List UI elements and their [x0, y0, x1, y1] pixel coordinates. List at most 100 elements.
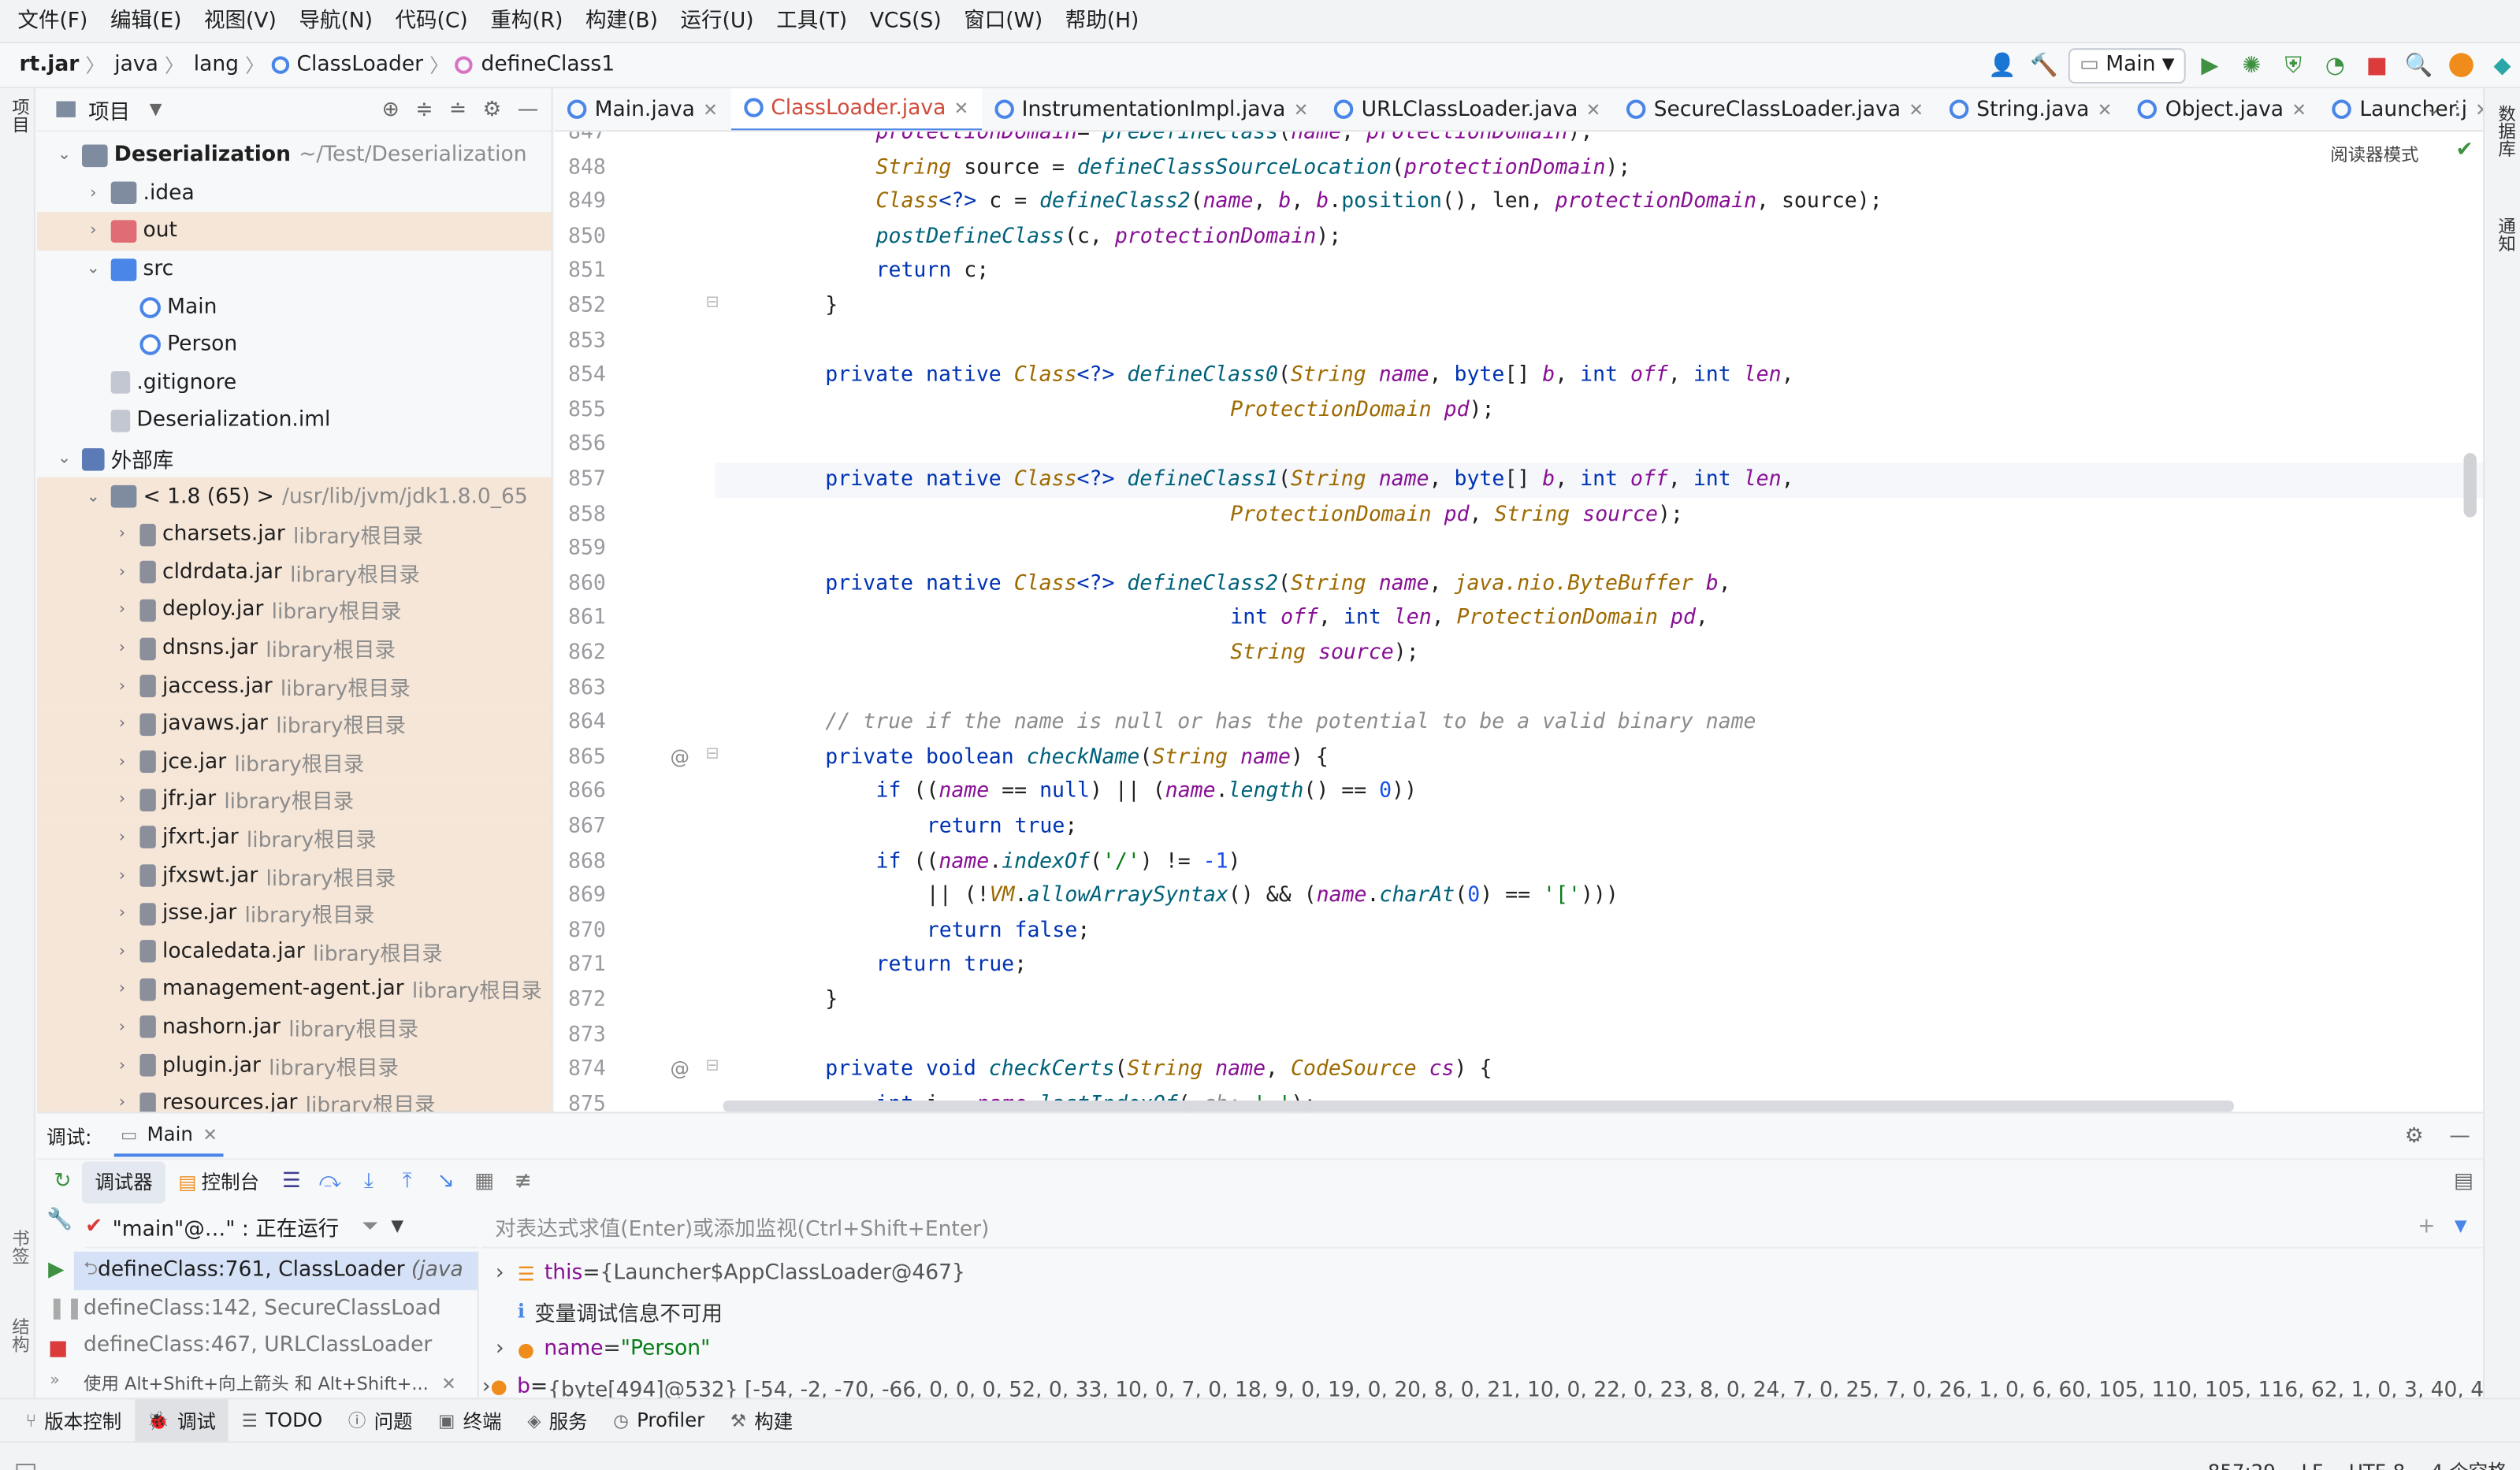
- code-editor[interactable]: 847 848 849 850 851 852 853 854 855 856 857 858 859 8…: [554, 132, 2484, 1112]
- code-line[interactable]: [715, 1018, 2483, 1052]
- menu-item[interactable]: 帮助(H): [1054, 0, 1150, 43]
- expand-arrow-icon[interactable]: ›: [111, 905, 134, 922]
- menu-item[interactable]: 导航(N): [288, 0, 384, 43]
- close-icon[interactable]: ✕: [2098, 98, 2113, 120]
- code-line[interactable]: if ((name.indexOf('/') != -1): [715, 845, 2483, 879]
- code-line[interactable]: return false;: [715, 914, 2483, 948]
- editor-hscrollbar[interactable]: [723, 1101, 2234, 1112]
- tree-item[interactable]: Main: [37, 288, 552, 326]
- tree-item[interactable]: ⌄ 外部库: [37, 440, 552, 477]
- code-line[interactable]: [715, 324, 2483, 358]
- close-icon[interactable]: ✕: [2475, 98, 2483, 120]
- code-line[interactable]: private native Class<?> defineClass0(Str…: [715, 358, 2483, 393]
- build-hammer-icon[interactable]: 🔨: [2027, 47, 2062, 83]
- close-icon[interactable]: ✕: [1294, 98, 1309, 120]
- run-config-selector[interactable]: ▭ Main ▼: [2068, 47, 2186, 84]
- database-tool-button[interactable]: 数据库: [2492, 105, 2518, 158]
- code-line[interactable]: if ((name == null) || (name.length() == …: [715, 775, 2483, 810]
- tree-item[interactable]: › resources.jar library根目录: [36, 1084, 552, 1112]
- stack-frame[interactable]: defineClass:467, URLClassLoader: [74, 1327, 478, 1365]
- tree-item[interactable]: › plugin.jar library根目录: [36, 1046, 552, 1085]
- minimize-icon[interactable]: —: [2449, 1124, 2470, 1149]
- expand-arrow-icon[interactable]: ›: [111, 1056, 134, 1074]
- resume-icon[interactable]: ▶: [48, 1258, 64, 1283]
- stack-frame[interactable]: defineClass:142, SecureClassLoad: [74, 1290, 478, 1327]
- code-line[interactable]: // true if the name is null or has the p…: [715, 706, 2483, 741]
- menu-item[interactable]: 工具(T): [765, 0, 858, 43]
- code-line[interactable]: private void checkCerts(String name, Cod…: [715, 1052, 2483, 1087]
- menu-item[interactable]: 窗口(W): [953, 0, 1054, 43]
- code-line[interactable]: }: [715, 983, 2483, 1018]
- tool-window-tab[interactable]: ◷ Profiler: [600, 1398, 718, 1442]
- code-line[interactable]: String source);: [715, 637, 2483, 671]
- debug-icon[interactable]: ✺: [2234, 47, 2269, 83]
- stop-icon[interactable]: ■: [2359, 47, 2395, 83]
- rerun-icon[interactable]: ↻: [46, 1166, 79, 1198]
- code-line[interactable]: return c;: [715, 254, 2483, 289]
- menu-item[interactable]: 编辑(E): [99, 0, 193, 43]
- run-icon[interactable]: ▶: [2192, 47, 2228, 83]
- menu-item[interactable]: VCS(S): [858, 0, 953, 43]
- layout-icon[interactable]: ▤: [2448, 1166, 2480, 1198]
- close-icon[interactable]: ✕: [1909, 98, 1923, 120]
- variable-row[interactable]: › ● name = "Person": [482, 1331, 2483, 1368]
- expand-arrow-icon[interactable]: ›: [111, 1094, 134, 1112]
- breadcrumb-item[interactable]: ClassLoader: [296, 53, 423, 77]
- minimize-icon[interactable]: —: [518, 97, 539, 121]
- tree-item[interactable]: › out: [36, 212, 552, 251]
- tree-item[interactable]: › jce.jar library根目录: [36, 743, 552, 781]
- stack-frame[interactable]: ⮌ defineClass:761, ClassLoader (java: [73, 1251, 478, 1290]
- evaluate-input[interactable]: 对表达式求值(Enter)或添加监视(Ctrl+Shift+Enter): [495, 1211, 989, 1242]
- filter-icon[interactable]: ⏷: [362, 1214, 378, 1238]
- code-line[interactable]: || (!VM.allowArraySyntax() && (name.char…: [715, 879, 2483, 914]
- thread-selector[interactable]: ✔ "main"@…" : 正在运行 ⏷ ▼: [85, 1205, 479, 1249]
- status-panel-icon[interactable]: [16, 1462, 35, 1470]
- expand-arrow-icon[interactable]: ›: [111, 677, 134, 695]
- expand-arrow-icon[interactable]: ⌄: [82, 261, 105, 278]
- step-over-icon[interactable]: ⤼: [314, 1166, 346, 1198]
- stack-frame[interactable]: 使用 Alt+Shift+向上箭头 和 Alt+Shift+... ✕: [74, 1365, 478, 1403]
- code-line[interactable]: private boolean checkName(String name) {: [715, 741, 2483, 775]
- step-into-icon[interactable]: ⤓: [352, 1166, 385, 1198]
- tree-item[interactable]: › localedata.jar library根目录: [36, 932, 552, 971]
- add-watch-icon[interactable]: +: [2418, 1214, 2435, 1238]
- expand-arrow-icon[interactable]: ›: [111, 753, 134, 770]
- expand-arrow-icon[interactable]: ›: [82, 222, 105, 239]
- tree-item[interactable]: › .idea: [37, 174, 552, 212]
- expand-arrow-icon[interactable]: ›: [111, 867, 134, 884]
- tree-item[interactable]: ⌄ src: [37, 251, 552, 288]
- breadcrumb-item[interactable]: defineClass1: [481, 53, 615, 77]
- expand-arrow-icon[interactable]: ›: [111, 791, 134, 808]
- breadcrumb-item[interactable]: lang: [194, 53, 239, 77]
- tree-item[interactable]: › jfxswt.jar library根目录: [36, 856, 552, 895]
- trace-icon[interactable]: ≢: [507, 1166, 539, 1198]
- update-icon[interactable]: [2443, 47, 2478, 83]
- editor-tab[interactable]: String.java ✕: [1936, 88, 2124, 130]
- project-panel-title[interactable]: 项目: [88, 94, 130, 124]
- code-line[interactable]: int off, int len, ProtectionDomain pd,: [715, 602, 2483, 637]
- search-icon[interactable]: 🔍: [2401, 47, 2436, 83]
- tree-item[interactable]: › management-agent.jar library根目录: [36, 970, 552, 1009]
- tree-item[interactable]: › javaws.jar library根目录: [36, 705, 552, 744]
- wrench-icon[interactable]: 🔧: [46, 1208, 72, 1233]
- structure-tool-button[interactable]: 结构: [6, 1317, 32, 1353]
- tree-item[interactable]: Deserialization.iml: [37, 402, 552, 440]
- expand-arrow-icon[interactable]: ›: [111, 829, 134, 846]
- gear-icon[interactable]: ⚙: [483, 97, 502, 121]
- step-out-icon[interactable]: ⤒: [391, 1166, 423, 1198]
- coverage-icon[interactable]: ⛨: [2276, 47, 2311, 83]
- chevron-down-icon[interactable]: ▼: [150, 100, 162, 117]
- tab-console[interactable]: ▤ 控制台: [165, 1161, 272, 1203]
- close-icon[interactable]: ✕: [703, 98, 718, 120]
- editor-tab[interactable]: URLClassLoader.java ✕: [1321, 88, 1614, 130]
- tool-window-tab[interactable]: ⓘ 问题: [336, 1398, 426, 1442]
- expand-arrow-icon[interactable]: ›: [111, 525, 134, 543]
- code-line[interactable]: }: [715, 289, 2483, 324]
- collapse-all-icon[interactable]: ≐: [449, 97, 466, 121]
- close-icon[interactable]: ✕: [954, 97, 969, 118]
- menu-item[interactable]: 构建(B): [574, 0, 669, 43]
- expand-arrow-icon[interactable]: ›: [111, 715, 134, 733]
- expand-all-icon[interactable]: ≑: [415, 97, 433, 121]
- close-icon[interactable]: ✕: [2291, 98, 2306, 120]
- tool-window-tab[interactable]: ☰ TODO: [229, 1398, 335, 1442]
